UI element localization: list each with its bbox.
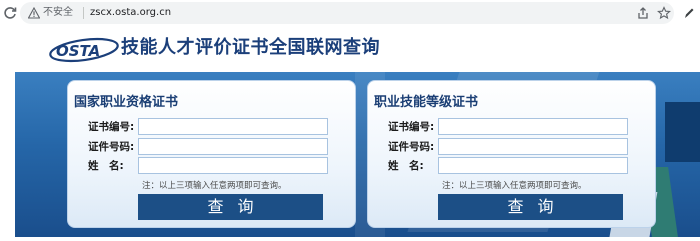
site-header: OSTA 技能人才评价证书全国联网查询 <box>0 28 700 72</box>
site-title: 技能人才评价证书全国联网查询 <box>121 37 380 58</box>
reload-icon[interactable] <box>2 5 18 21</box>
cert-number-label: 证书编号: <box>88 121 135 133</box>
svg-text:OSTA: OSTA <box>56 42 100 60</box>
bookmark-star-icon[interactable] <box>657 6 671 20</box>
name-label: 姓 名: <box>388 160 424 172</box>
pen-icon[interactable] <box>682 6 696 20</box>
query-note: 注：以上三项输入任意两项即可查询。 <box>142 181 287 191</box>
query-banner: 国家职业资格证书 证书编号: 证件号码: 姓 名: 注：以上三项输入任意两项即可… <box>15 72 700 237</box>
skill-level-panel: 职业技能等级证书 证书编号: 证件号码: 姓 名: 注：以上三项输入任意两项即可… <box>367 80 656 228</box>
name-input[interactable] <box>438 157 628 174</box>
id-number-input[interactable] <box>138 138 328 155</box>
warning-icon[interactable] <box>28 7 40 19</box>
omnibox[interactable]: 不安全 zscx.osta.org.cn <box>20 2 674 24</box>
security-status-label[interactable]: 不安全 <box>43 6 73 20</box>
cert-number-input[interactable] <box>438 118 628 135</box>
panel-title: 国家职业资格证书 <box>74 95 179 110</box>
vocational-qualification-panel: 国家职业资格证书 证书编号: 证件号码: 姓 名: 注：以上三项输入任意两项即可… <box>67 80 356 228</box>
url-text[interactable]: zscx.osta.org.cn <box>90 6 171 20</box>
share-icon[interactable] <box>636 6 650 20</box>
id-number-label: 证件号码: <box>388 141 435 153</box>
id-number-label: 证件号码: <box>88 141 135 153</box>
panel-title: 职业技能等级证书 <box>374 95 479 110</box>
omnibox-divider <box>83 7 84 19</box>
browser-address-bar: 不安全 zscx.osta.org.cn <box>0 0 700 29</box>
cert-number-input[interactable] <box>138 118 328 135</box>
name-input[interactable] <box>138 157 328 174</box>
query-button[interactable]: 查询 <box>438 194 623 220</box>
banner-decoration <box>665 102 700 162</box>
query-button[interactable]: 查询 <box>138 194 323 220</box>
osta-logo: OSTA <box>49 37 119 63</box>
name-label: 姓 名: <box>88 160 124 172</box>
query-note: 注：以上三项输入任意两项即可查询。 <box>442 181 587 191</box>
id-number-input[interactable] <box>438 138 628 155</box>
cert-number-label: 证书编号: <box>388 121 435 133</box>
